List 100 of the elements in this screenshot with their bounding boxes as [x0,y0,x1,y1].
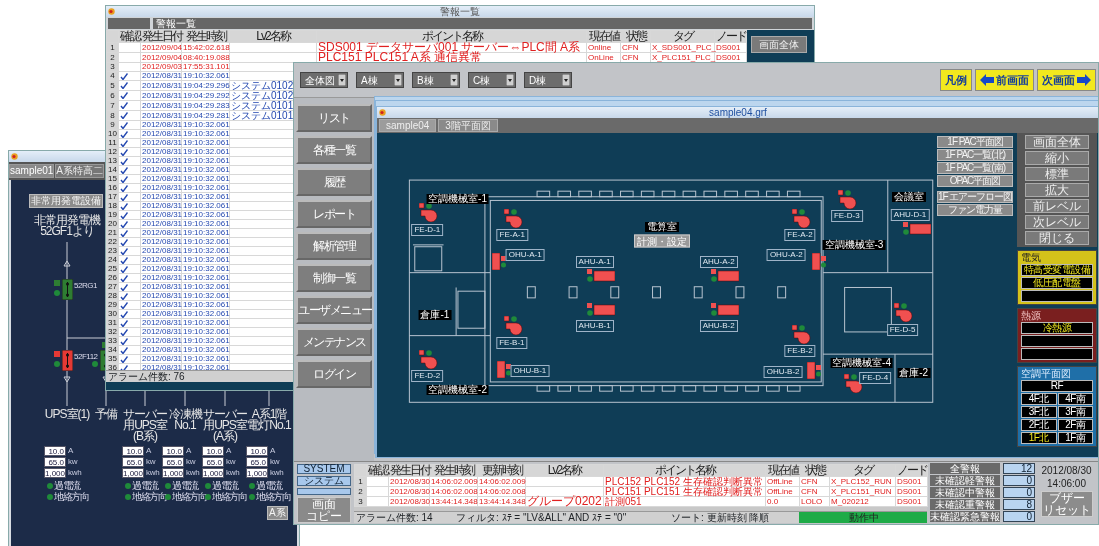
room-label: 電算室 [644,222,679,233]
view-dropdown[interactable]: C棟 [468,72,516,88]
panel-button[interactable] [1021,290,1093,302]
table-cell: 13:44:14.348 [429,496,478,507]
panel-button[interactable]: 冷熱源 [1021,322,1093,334]
panel-button[interactable]: 低圧配電盤 [1021,277,1093,289]
row-number: 24 [106,255,119,265]
floor-button[interactable]: 4F南 [1057,393,1093,405]
view-button[interactable]: 前レベル [1025,199,1089,213]
meter-value: 1,000 [44,468,66,478]
floor-button[interactable]: 2F北 [1021,419,1057,431]
panel-title: 熱源 [1021,310,1042,321]
row-number: 7 [106,100,119,111]
back-button[interactable]: 前画面 [975,69,1034,91]
legend-button[interactable]: 凡例 [940,69,972,91]
view-dropdown[interactable]: D棟 [524,72,572,88]
caret-icon [506,74,514,86]
meter-value: 10.0 [202,446,224,456]
floor-button[interactable]: RF [1021,380,1093,392]
view-button[interactable]: 標準 [1025,167,1089,181]
row-number: 20 [106,219,119,229]
panel-button[interactable]: 特高受変電設備 [1021,264,1093,276]
table-cell: 19:10:32.061 [181,138,230,148]
table-cell: OffLine [765,486,800,497]
caret-icon [562,74,570,86]
table-cell: 19:10:32.061 [181,156,230,166]
menu-button[interactable]: 履歴 [296,168,372,196]
tab[interactable]: システム [297,476,351,486]
floor-button[interactable]: 4F北 [1021,393,1057,405]
floor-button[interactable]: 1F北 [1021,432,1057,444]
tab[interactable]: sample04 [379,119,437,132]
tab[interactable]: 3階平面図 [438,119,498,132]
plan-button[interactable]: 1F エアーフロー図 [937,191,1013,203]
menu-button[interactable]: ログイン [296,360,372,388]
equipment-label: OHU-B-1 [510,364,550,377]
meter-value: 65.0 [44,457,66,467]
counter-value: 12 [1003,463,1035,474]
tab[interactable]: sample01 [9,164,55,178]
unit-label: A [68,446,74,456]
row-number: 23 [106,246,119,256]
tab[interactable]: A系特高二 [55,164,105,178]
table-cell: 2012/08/31 [140,183,182,193]
view-button[interactable]: 次レベル [1025,215,1089,229]
panel-button[interactable]: A系 [267,506,288,520]
menu-button[interactable]: ユーザメニュー [296,296,372,324]
plan-button[interactable]: ファン電力量 [937,204,1013,216]
menu-button[interactable]: 解析管理 [296,232,372,260]
generator-button[interactable]: 非常用発電設備 [29,194,103,208]
forward-button[interactable]: 次画面 [1037,69,1096,91]
floor-button[interactable]: 1F南 [1057,432,1093,444]
panel-button[interactable] [1021,335,1093,347]
air-handler-icon [710,302,739,317]
view-dropdown[interactable]: B棟 [412,72,460,88]
air-handler-icon [587,269,616,284]
table-cell: 13:44:14.348 [477,496,526,507]
table-cell: 2012/08/31 [140,309,182,319]
plan-button[interactable]: OPAC平面図 [937,175,1013,187]
table-cell: 2012/09/04 [140,42,182,53]
plan-button[interactable]: 1F PAC一覧(南) [937,162,1013,174]
menu-button[interactable]: レポート [296,200,372,228]
tab[interactable]: SYSTEM [297,464,351,474]
menu-button[interactable]: 各種一覧 [296,136,372,164]
meter-value: 1,000 [162,468,184,478]
view-dropdown[interactable]: A棟 [356,72,404,88]
full-screen-button[interactable]: 画面全体 [751,36,807,53]
table-cell: 2012/08/31 [140,237,182,247]
plan-button[interactable]: 1F PAC一覧(北) [937,149,1013,161]
table-cell: CFN [620,42,651,53]
tab[interactable] [297,488,351,495]
view-dropdown[interactable]: 全体図 [300,72,348,88]
floor-button[interactable]: 3F北 [1021,406,1057,418]
meter-value: 65.0 [122,457,144,467]
table-cell: X_PLC151_RUN [829,486,896,497]
indicator-label: 地絡方向 [172,492,206,502]
plan-button[interactable]: 1F PAC平面図 [937,136,1013,148]
indicator-label: 地絡方向 [132,492,166,502]
menu-button[interactable]: 制御一覧 [296,264,372,292]
copy-button[interactable]: 画面 コピー [297,497,351,523]
floor-button[interactable]: 2F南 [1057,419,1093,431]
measure-button[interactable]: 計測・設定 [634,234,691,248]
view-button[interactable]: 画面全体 [1025,135,1089,149]
menu-button[interactable]: リスト [296,104,372,132]
buzzer-reset-button[interactable]: ブザー リセット [1040,491,1093,517]
air-handler-icon [902,222,931,237]
column-header: ポイント名称 [603,464,766,477]
view-button[interactable]: 拡大 [1025,183,1089,197]
breaker-label: 52RG1 [74,281,97,290]
view-button[interactable]: 閉じる [1025,231,1089,245]
floor-button[interactable]: 3F南 [1057,406,1093,418]
equipment-label: FE-D-2 [411,369,444,382]
table-cell: 2012/08/31 [140,156,182,166]
source-label: 52GF1より [40,226,94,237]
table-cell: 19:04:29.281 [181,110,230,121]
table-cell: 19:10:32.061 [181,129,230,139]
view-button[interactable]: 縮小 [1025,151,1089,165]
panel-button[interactable] [1021,348,1093,360]
caret-icon [450,74,458,86]
menu-button[interactable]: メンテナンス [296,328,372,356]
table-cell: M_020212 [829,496,896,507]
table-cell: 19:10:32.061 [181,192,230,202]
